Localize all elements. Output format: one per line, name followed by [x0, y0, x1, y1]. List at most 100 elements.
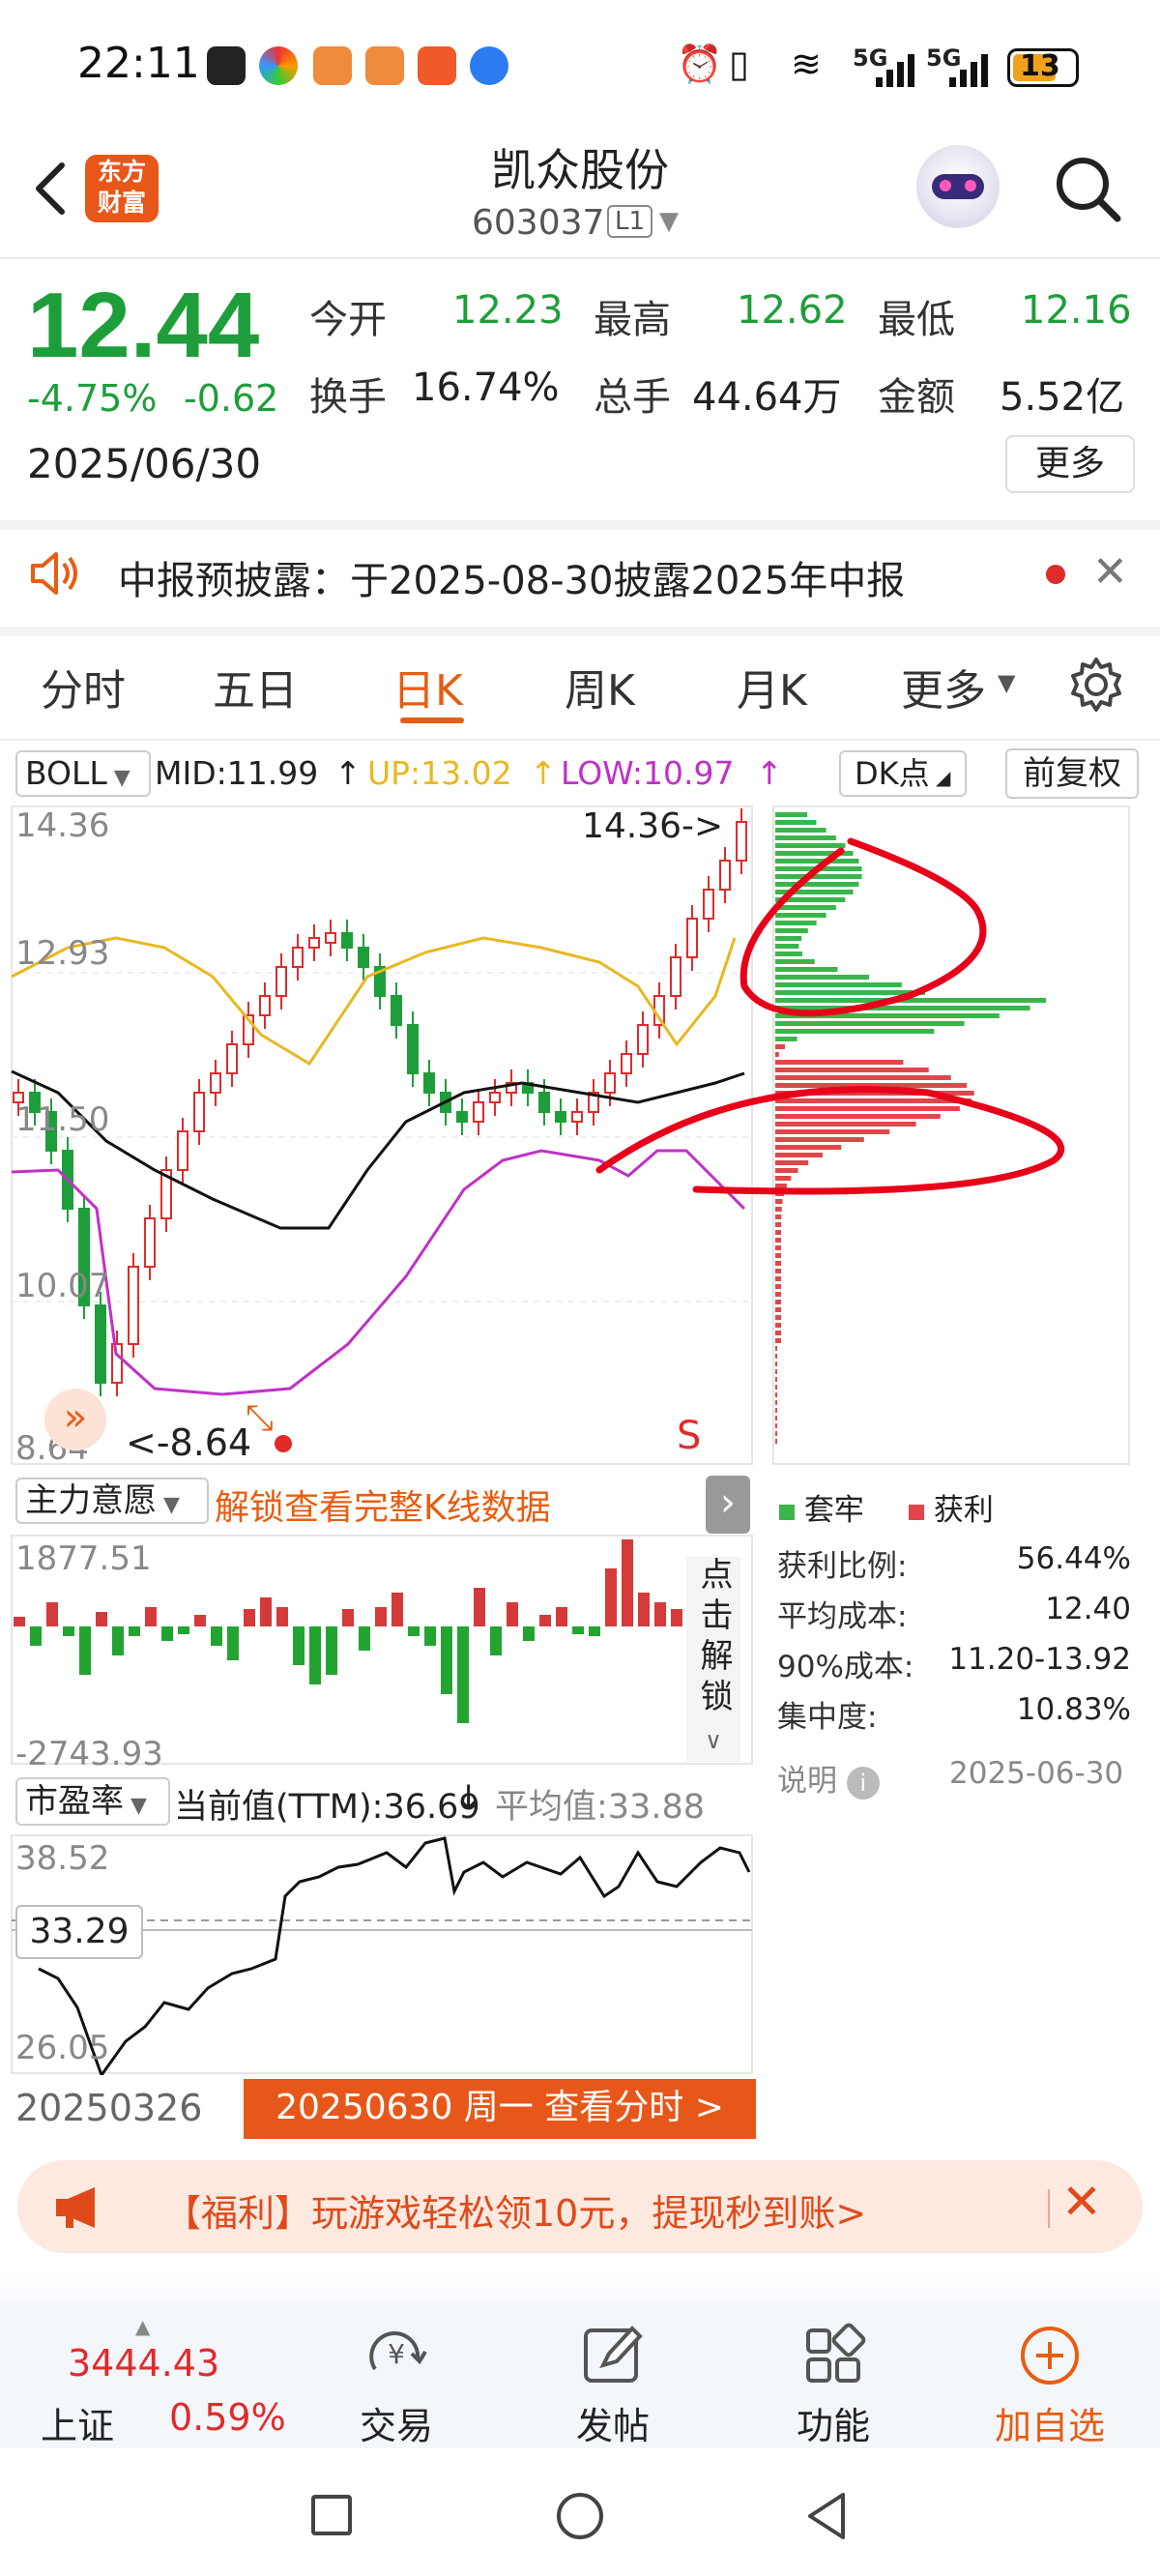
candle-body — [670, 956, 682, 997]
chip-bar — [775, 1346, 777, 1351]
chip-bar — [775, 1292, 781, 1297]
chip-bar — [775, 1300, 781, 1304]
pe-top: 38.52 — [15, 1839, 110, 1878]
pe-select[interactable]: 市盈率 ▼ — [15, 1777, 170, 1826]
main-force-bar — [46, 1602, 58, 1626]
function-label[interactable]: 功能 — [756, 2396, 911, 2449]
app-icon — [313, 46, 352, 85]
arrow-up-icon: ↑ — [334, 754, 362, 792]
add-watchlist-label[interactable]: 加自选 — [972, 2396, 1127, 2449]
stock-code: 603037 — [472, 203, 605, 243]
nfc-icon — [207, 46, 246, 85]
chip-bar — [775, 1230, 782, 1235]
assistant-robot-icon[interactable] — [916, 145, 1000, 228]
post-label[interactable]: 发帖 — [536, 2396, 690, 2449]
divider — [1048, 2189, 1050, 2228]
main-force-bar — [293, 1626, 304, 1665]
high-label: 最高 — [594, 298, 671, 342]
low-label: 最低 — [878, 298, 955, 342]
gear-icon[interactable] — [1067, 656, 1125, 714]
trade-label[interactable]: 交易 — [319, 2396, 474, 2449]
main-force-bar — [392, 1593, 403, 1626]
turnover-label: 换手 — [309, 375, 387, 420]
main-force-bar — [589, 1626, 600, 1636]
main-force-bar — [622, 1539, 633, 1626]
expand-icon[interactable]: » — [44, 1389, 106, 1450]
trade-icon[interactable]: ¥ — [319, 2321, 474, 2388]
alarm-icon: ⏰ — [677, 43, 723, 85]
indicator-select[interactable]: BOLL ▼ — [15, 750, 151, 797]
view-timeshare-button[interactable]: 20250630 周一 查看分时 > — [244, 2079, 756, 2139]
main-force-bar — [424, 1626, 436, 1646]
collapse-panel-icon[interactable]: › — [706, 1476, 750, 1534]
cost90-label: 90%成本: — [777, 1650, 914, 1684]
arrow-down-icon: ↓ — [454, 1779, 483, 1818]
chip-bar — [775, 1184, 787, 1188]
chevron-down-icon[interactable]: ▼ — [659, 207, 679, 236]
home-icon[interactable] — [557, 2493, 603, 2539]
chip-bar — [775, 1207, 782, 1212]
close-icon[interactable]: ✕ — [1092, 547, 1128, 597]
adjust-select[interactable]: 前复权 — [1005, 748, 1139, 799]
post-icon[interactable] — [536, 2321, 690, 2388]
chip-bar — [775, 1369, 777, 1374]
chip-bar — [775, 1238, 782, 1243]
index-value[interactable]: 3444.43 — [68, 2342, 219, 2385]
level-badge[interactable]: L1 — [607, 205, 653, 238]
candle-body — [555, 1111, 566, 1123]
notice-text[interactable]: 中报预披露：于2025-08-30披露2025年中报 — [118, 549, 905, 605]
active-tab-indicator — [400, 717, 464, 723]
main-force-select[interactable]: 主力意愿 ▼ — [15, 1478, 209, 1524]
tab-more[interactable]: 更多 — [901, 656, 986, 717]
tab-five-day[interactable]: 五日 — [213, 656, 298, 717]
add-watchlist-icon[interactable] — [972, 2321, 1127, 2388]
more-button[interactable]: 更多 — [1005, 435, 1135, 493]
arrow-up-icon: ↑ — [756, 754, 783, 792]
candle-body — [193, 1092, 205, 1132]
index-name[interactable]: 上证 — [41, 2396, 114, 2449]
unlock-vertical-button[interactable]: 点击解锁 ∨ — [686, 1557, 740, 1762]
tab-timeshare[interactable]: 分时 — [41, 656, 126, 717]
divider — [0, 739, 1160, 741]
volume-value: 44.64万 — [692, 375, 842, 420]
main-force-bar — [375, 1607, 387, 1626]
note-link[interactable]: 说明 i — [777, 1756, 880, 1800]
candle-body — [538, 1092, 550, 1113]
change-value: -0.62 — [184, 377, 279, 420]
info-icon: i — [846, 1767, 880, 1800]
recents-icon[interactable] — [311, 2495, 352, 2535]
chip-bar — [775, 1199, 783, 1204]
chip-bar — [775, 1168, 798, 1173]
dk-point-select[interactable]: DK点 ◢ — [839, 750, 967, 797]
chip-bar — [775, 882, 859, 887]
kline-chart[interactable] — [0, 803, 1160, 1470]
tab-monthly-k[interactable]: 月K — [737, 656, 807, 717]
tab-weekly-k[interactable]: 周K — [565, 656, 635, 717]
close-icon[interactable]: ✕ — [1061, 2174, 1102, 2230]
chevron-down-icon: ∨ — [705, 1727, 722, 1754]
unlock-link[interactable]: 解锁查看完整K线数据 — [215, 1479, 551, 1530]
tab-daily-k[interactable]: 日K — [392, 656, 463, 717]
boll-mid: MID:11.99 — [155, 754, 319, 792]
chip-bar — [775, 1392, 777, 1397]
main-force-bar — [326, 1626, 337, 1675]
fullscreen-icon[interactable]: ⤡ — [246, 1398, 274, 1439]
speaker-icon — [31, 552, 77, 595]
promo-text[interactable]: 【福利】玩游戏轻松领10元，提现秒到账> — [164, 2183, 866, 2237]
chip-bar — [775, 1068, 929, 1072]
pe-average: 平均值:33.88 — [495, 1788, 705, 1827]
main-force-bar — [654, 1602, 666, 1626]
y-tick: 14.36 — [15, 806, 110, 845]
search-icon[interactable] — [1054, 155, 1123, 224]
function-icon[interactable] — [756, 2321, 911, 2388]
index-change[interactable]: 0.59% — [169, 2396, 286, 2439]
candle-body — [358, 947, 369, 968]
main-force-top: 1877.51 — [15, 1539, 152, 1578]
min-price-marker: <-8.64 — [126, 1421, 252, 1464]
main-force-bar — [359, 1626, 370, 1651]
chip-bar — [775, 1284, 782, 1289]
main-force-bar — [605, 1568, 617, 1626]
chip-bar — [775, 859, 859, 864]
back-icon[interactable] — [802, 2489, 851, 2543]
chip-bar — [775, 1021, 965, 1026]
